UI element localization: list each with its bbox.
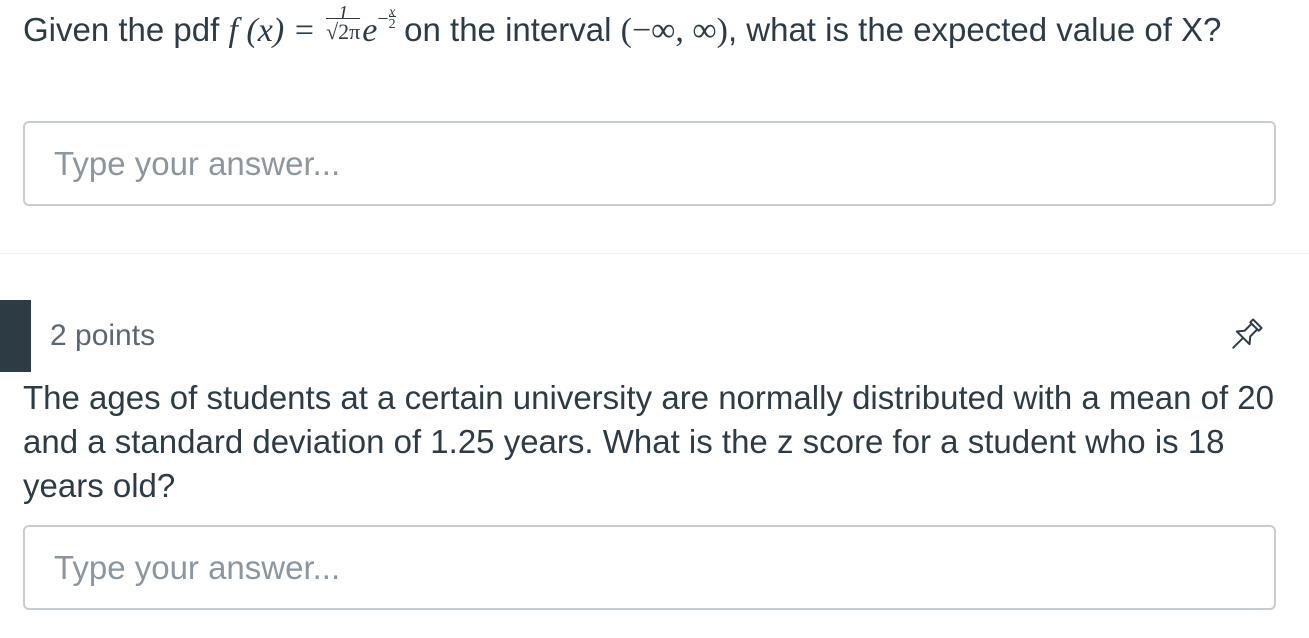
formula-exponent: − x 2 bbox=[377, 7, 396, 33]
answer-input-1[interactable] bbox=[25, 123, 1274, 204]
question-1-ending: , what is the expected value of X? bbox=[727, 11, 1222, 48]
answer-box-2[interactable] bbox=[23, 525, 1276, 610]
formula-base: e bbox=[362, 12, 378, 49]
formula-numerator: 1 bbox=[326, 5, 361, 20]
interval-value: (−∞, ∞) bbox=[620, 12, 728, 49]
exponent-denominator: 2 bbox=[388, 16, 396, 32]
pin-icon[interactable] bbox=[1224, 313, 1268, 357]
formula-fraction: 1 √2π bbox=[326, 5, 361, 45]
question-1-middle: on the interval bbox=[404, 11, 612, 48]
interval-formula: (−∞, ∞) bbox=[621, 12, 728, 49]
exponent-numerator: x bbox=[388, 7, 396, 17]
question-divider bbox=[0, 253, 1309, 254]
question-1-intro: Given the pdf bbox=[23, 11, 220, 48]
answer-box-1[interactable] bbox=[23, 121, 1276, 206]
formula-denominator: √2π bbox=[326, 19, 361, 45]
question-2-text: The ages of students at a certain univer… bbox=[23, 379, 1274, 504]
question-marker bbox=[0, 300, 31, 372]
question-2-points: 2 points bbox=[50, 319, 156, 352]
formula-lhs: f (x) = bbox=[228, 12, 316, 49]
exponent-fraction: x2 bbox=[388, 7, 396, 33]
pdf-formula: f (x) = 1 √2π e− x 2 bbox=[228, 5, 404, 49]
answer-input-2[interactable] bbox=[25, 527, 1274, 608]
exponent-sign: − bbox=[377, 8, 389, 30]
question-1-text: Given the pdf f (x) = 1 √2π e− x 2 on the … bbox=[23, 0, 1283, 65]
